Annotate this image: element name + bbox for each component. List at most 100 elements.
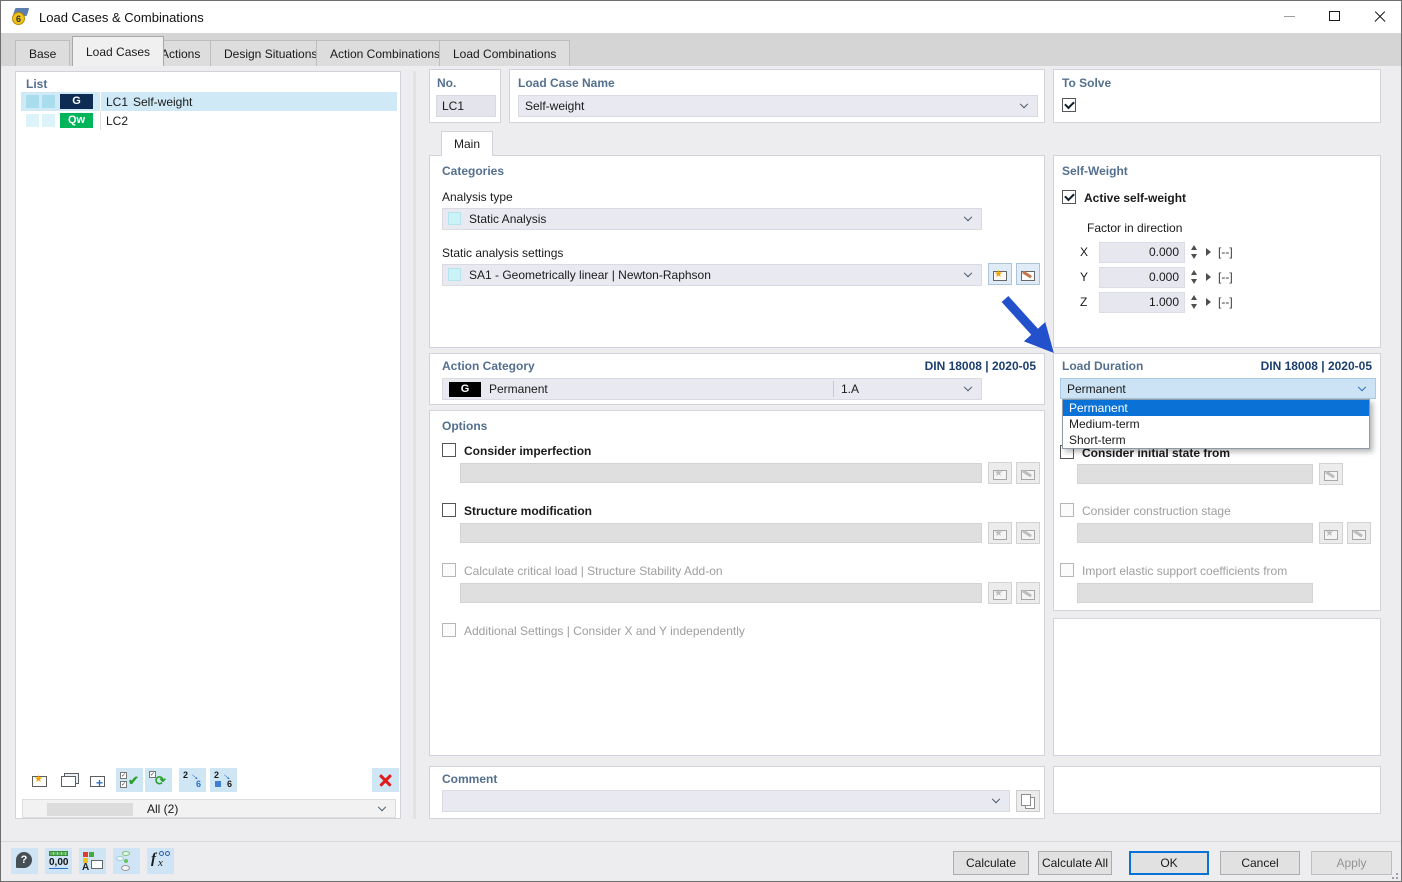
spin-up-icon[interactable] — [1191, 295, 1197, 300]
chevron-down-icon — [1358, 383, 1367, 392]
tab-action-combinations[interactable]: Action Combinations — [316, 40, 455, 66]
active-self-weight-label: Active self-weight — [1084, 191, 1187, 205]
structure-modification-label: Structure modification — [464, 504, 593, 518]
color-square-icon — [89, 852, 94, 857]
formula-button[interactable]: f x — [147, 848, 174, 874]
action-category-combination: 1.A — [841, 382, 860, 396]
minimize-button[interactable] — [1267, 1, 1312, 32]
spin-up-icon[interactable] — [1191, 245, 1197, 250]
action-category-select[interactable]: G Permanent 1.A — [442, 378, 982, 400]
calculate-all-button[interactable]: Calculate All — [1038, 851, 1112, 875]
factor-y-field[interactable]: 0.000 — [1099, 267, 1185, 288]
tab-design-situations[interactable]: Design Situations — [210, 40, 332, 66]
chevron-down-icon — [1020, 100, 1029, 109]
panel-splitter[interactable] — [413, 71, 416, 819]
edit-settings-button[interactable] — [1016, 263, 1040, 285]
model-tree-button[interactable] — [113, 848, 140, 874]
copy-load-case-button[interactable] — [55, 768, 82, 792]
edit-modification-button[interactable] — [1016, 522, 1040, 544]
expand-right-icon[interactable] — [1206, 248, 1211, 256]
empty-section-bottom — [1053, 766, 1381, 814]
calculate-button[interactable]: Calculate — [953, 851, 1029, 875]
flag-swatch — [42, 114, 55, 127]
spin-down-icon[interactable] — [1191, 279, 1197, 284]
flag-swatch — [26, 95, 39, 108]
tab-load-cases[interactable]: Load Cases — [72, 36, 165, 66]
edit-initial-state-button[interactable] — [1319, 463, 1343, 485]
list-item[interactable]: G LC1 Self-weight — [21, 92, 397, 111]
new-modification-button[interactable]: ★ — [988, 522, 1012, 544]
chevron-down-icon — [964, 269, 973, 278]
tab-base[interactable]: Base — [15, 40, 71, 66]
spin-down-icon[interactable] — [1191, 304, 1197, 309]
resize-grip[interactable] — [1388, 869, 1398, 879]
categories-header: Categories — [442, 164, 505, 178]
maximize-button[interactable] — [1312, 1, 1357, 32]
list-filter-select[interactable]: All (2) — [22, 799, 396, 818]
unit-x: [--] — [1218, 245, 1233, 259]
active-self-weight-checkbox[interactable] — [1062, 190, 1076, 204]
edit-critical-button[interactable] — [1016, 582, 1040, 604]
new-critical-button[interactable]: ★ — [988, 582, 1012, 604]
load-case-number-field[interactable]: LC1 — [436, 95, 496, 117]
expand-right-icon[interactable] — [1206, 273, 1211, 281]
tree-node-icon — [124, 859, 128, 863]
maximize-icon — [1329, 11, 1340, 21]
renumber-to: 6 — [196, 779, 202, 789]
units-settings-button[interactable]: 0,00 — [45, 848, 72, 874]
toggle-check-button[interactable]: ✓ ⟳ — [145, 768, 172, 792]
add-load-case-button[interactable]: + — [84, 768, 111, 792]
renumber-all-button[interactable]: 2 → 6 — [210, 768, 237, 792]
dropdown-option-short-term[interactable]: Short-term — [1063, 432, 1369, 448]
empty-section — [1053, 618, 1381, 756]
dropdown-option-medium-term[interactable]: Medium-term — [1063, 416, 1369, 432]
structure-modification-checkbox[interactable] — [442, 503, 456, 517]
static-settings-select[interactable]: SA1 - Geometrically linear | Newton-Raph… — [442, 264, 982, 286]
spin-up-icon[interactable] — [1191, 270, 1197, 275]
check-all-button[interactable]: ✓ ✓ ✔ — [116, 768, 143, 792]
to-solve-checkbox[interactable] — [1062, 98, 1076, 112]
elastic-support-checkbox — [1060, 563, 1074, 577]
new-construction-stage-button[interactable]: ★ — [1319, 522, 1343, 544]
footer-bar: ? 0,00 A f x Calculate Calculate All OK — [1, 841, 1401, 881]
block-icon — [215, 781, 221, 787]
tab-load-combinations[interactable]: Load Combinations — [439, 40, 571, 66]
filter-swatch — [47, 803, 133, 816]
comment-input[interactable] — [442, 790, 1010, 812]
f-icon: f — [151, 851, 156, 867]
display-settings-button[interactable]: A — [79, 848, 106, 874]
unit-y: [--] — [1218, 270, 1233, 284]
options-header: Options — [442, 419, 488, 433]
analysis-type-select[interactable]: Static Analysis — [442, 208, 982, 230]
load-duration-select[interactable]: Permanent — [1060, 378, 1376, 399]
categories-section: Categories Analysis type Static Analysis… — [429, 155, 1045, 348]
refresh-icon: ⟳ — [155, 773, 166, 788]
category-badge: G — [449, 382, 481, 397]
renumber-button[interactable]: 2 → 6 — [179, 768, 206, 792]
tab-main[interactable]: Main — [441, 131, 493, 156]
consider-imperfection-checkbox[interactable] — [442, 443, 456, 457]
new-load-case-button[interactable]: ★ — [26, 768, 53, 792]
copy-comment-button[interactable] — [1016, 790, 1040, 812]
new-imperfection-button[interactable]: ★ — [988, 462, 1012, 484]
ok-button[interactable]: OK — [1129, 851, 1209, 875]
delete-load-case-button[interactable] — [372, 768, 399, 792]
list-item[interactable]: Qw LC2 — [21, 111, 397, 130]
new-settings-button[interactable]: ★ — [988, 263, 1012, 285]
flag-swatch — [26, 114, 39, 127]
comment-header: Comment — [442, 772, 498, 786]
factor-x-field[interactable]: 0.000 — [1099, 242, 1185, 263]
cancel-button[interactable]: Cancel — [1220, 851, 1300, 875]
edit-imperfection-button[interactable] — [1016, 462, 1040, 484]
factor-z-field[interactable]: 1.000 — [1099, 292, 1185, 313]
spin-down-icon[interactable] — [1191, 254, 1197, 259]
edit-construction-stage-button[interactable] — [1347, 522, 1371, 544]
copy-icon-front — [1021, 794, 1031, 806]
chevron-down-icon — [378, 803, 387, 812]
load-case-name-select[interactable]: Self-weight — [518, 95, 1038, 117]
close-button[interactable] — [1357, 1, 1401, 32]
help-button[interactable]: ? — [11, 848, 38, 874]
delete-icon — [378, 779, 393, 782]
expand-right-icon[interactable] — [1206, 298, 1211, 306]
dropdown-option-permanent[interactable]: Permanent — [1063, 400, 1369, 416]
